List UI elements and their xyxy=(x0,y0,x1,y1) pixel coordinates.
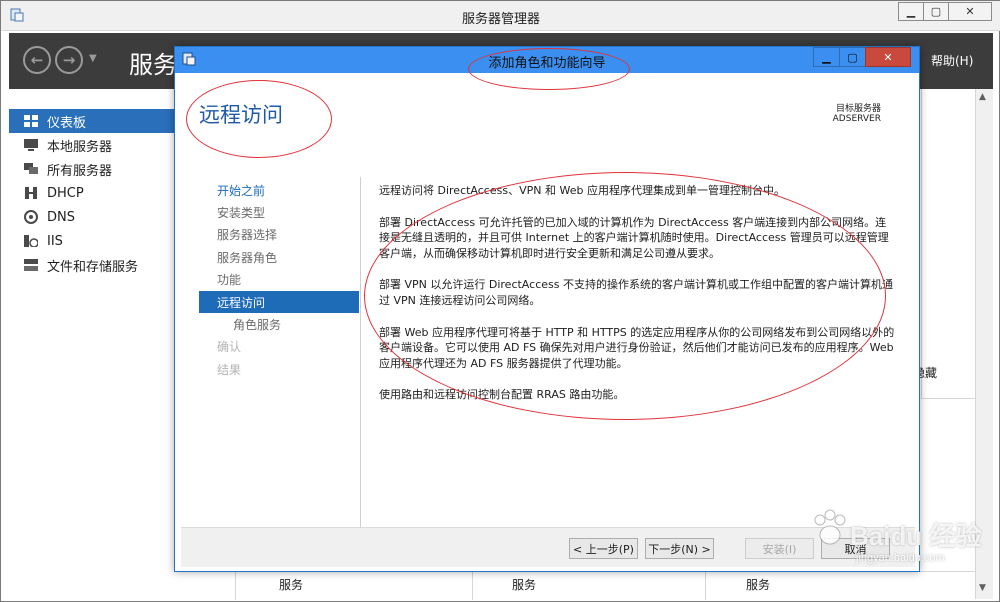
install-button: 安装(I) xyxy=(745,538,814,559)
wizard-description: 远程访问将 DirectAccess、VPN 和 Web 应用程序代理集成到单一… xyxy=(379,183,897,419)
panel-divider xyxy=(921,398,975,399)
services-column-label: 服务 xyxy=(746,578,771,592)
sidebar-item-label: 本地服务器 xyxy=(47,139,113,155)
sidebar-item-label: DNS xyxy=(47,209,75,225)
description-paragraph: 部署 DirectAccess 可允许托管的已加入域的计算机作为 DirectA… xyxy=(379,215,889,260)
wizard-window-controls: ▁ ▢ ✕ xyxy=(813,47,911,67)
sm-window-title: 服务器管理器 xyxy=(461,12,540,27)
scroll-up-icon[interactable]: ▲ xyxy=(979,92,986,102)
description-paragraph: 使用路由和远程访问控制台配置 RRAS 路由功能。 xyxy=(379,388,625,402)
dhcp-icon xyxy=(23,186,39,200)
server-icon xyxy=(23,138,39,152)
wizard-divider xyxy=(360,177,361,535)
sm-titlebar: 服务器管理器 ▁ ▢ ✕ xyxy=(1,1,1000,31)
step-before-you-begin[interactable]: 开始之前 xyxy=(199,179,359,201)
sidebar-item-label: 文件和存储服务 xyxy=(47,259,139,275)
storage-icon xyxy=(23,258,39,272)
wizard-titlebar: 添加角色和功能向导 ▁ ▢ ✕ xyxy=(175,47,919,73)
target-server-label: 目标服务器 xyxy=(835,104,881,114)
maximize-icon[interactable]: ▢ xyxy=(923,2,949,21)
description-paragraph: 部署 Web 应用程序代理可将基于 HTTP 和 HTTPS 的选定应用程序从你… xyxy=(379,325,895,370)
column-divider xyxy=(705,572,706,600)
back-icon[interactable]: ← xyxy=(23,46,51,74)
step-results: 结果 xyxy=(217,362,242,377)
minimize-icon[interactable]: ▁ xyxy=(898,2,924,21)
step-installation-type[interactable]: 安装类型 xyxy=(199,201,359,223)
target-server-value: ADSERVER xyxy=(832,114,881,124)
panel-divider xyxy=(921,89,922,399)
forward-icon[interactable]: → xyxy=(55,46,83,74)
wizard-footer: < 上一步(P) 下一步(N) > 安装(I) 取消 xyxy=(181,527,915,567)
page-title: 远程访问 xyxy=(199,103,283,127)
minimize-icon[interactable]: ▁ xyxy=(813,47,840,67)
add-roles-wizard-dialog: 添加角色和功能向导 ▁ ▢ ✕ 远程访问 目标服务器 ADSERVER 开始之前… xyxy=(174,46,920,572)
sm-window-controls: ▁ ▢ ✕ xyxy=(898,2,992,21)
column-divider xyxy=(472,572,473,600)
sm-bottom-strip: 服务 服务 服务 xyxy=(209,571,975,600)
step-features[interactable]: 功能 xyxy=(199,269,359,291)
step-server-roles[interactable]: 服务器角色 xyxy=(199,246,359,268)
close-icon[interactable]: ✕ xyxy=(865,47,911,67)
cancel-button[interactable]: 取消 xyxy=(821,538,890,559)
sidebar-item-label: DHCP xyxy=(47,185,84,201)
description-paragraph: 部署 VPN 以允许运行 DirectAccess 不支持的操作系统的客户端计算… xyxy=(379,278,893,307)
sidebar-item-label: IIS xyxy=(47,233,63,249)
column-divider xyxy=(235,572,236,600)
wizard-step-list: 开始之前 安装类型 服务器选择 服务器角色 功能 远程访问 角色服务 确认 结果 xyxy=(199,179,359,381)
sm-scrollbar[interactable]: ▲ ▼ xyxy=(975,89,993,599)
step-role-services[interactable]: 角色服务 xyxy=(199,313,359,335)
sm-header-title: 服务 xyxy=(129,51,177,79)
sidebar-item-label: 所有服务器 xyxy=(47,163,113,179)
dns-icon xyxy=(23,210,39,224)
step-remote-access[interactable]: 远程访问 xyxy=(199,290,359,314)
maximize-icon[interactable]: ▢ xyxy=(839,47,866,67)
history-dropdown-icon[interactable]: ▼ xyxy=(89,53,97,64)
close-icon[interactable]: ✕ xyxy=(948,2,992,21)
wizard-body: 远程访问 目标服务器 ADSERVER 开始之前 安装类型 服务器选择 服务器角… xyxy=(181,73,915,567)
iis-icon xyxy=(23,234,39,248)
step-server-selection[interactable]: 服务器选择 xyxy=(199,224,359,246)
servers-icon xyxy=(23,162,39,176)
step-confirmation: 确认 xyxy=(217,340,242,355)
services-column-label: 服务 xyxy=(279,578,304,592)
wizard-title: 添加角色和功能向导 xyxy=(488,56,606,71)
sidebar-item-label: 仪表板 xyxy=(47,115,87,131)
description-paragraph: 远程访问将 DirectAccess、VPN 和 Web 应用程序代理集成到单一… xyxy=(379,184,785,197)
next-button[interactable]: 下一步(N) > xyxy=(645,538,714,559)
dashboard-icon xyxy=(23,114,39,128)
scroll-down-icon[interactable]: ▼ xyxy=(979,583,986,593)
previous-button[interactable]: < 上一步(P) xyxy=(569,538,638,559)
services-column-label: 服务 xyxy=(512,578,537,592)
help-menu[interactable]: 帮助(H) xyxy=(931,52,973,69)
